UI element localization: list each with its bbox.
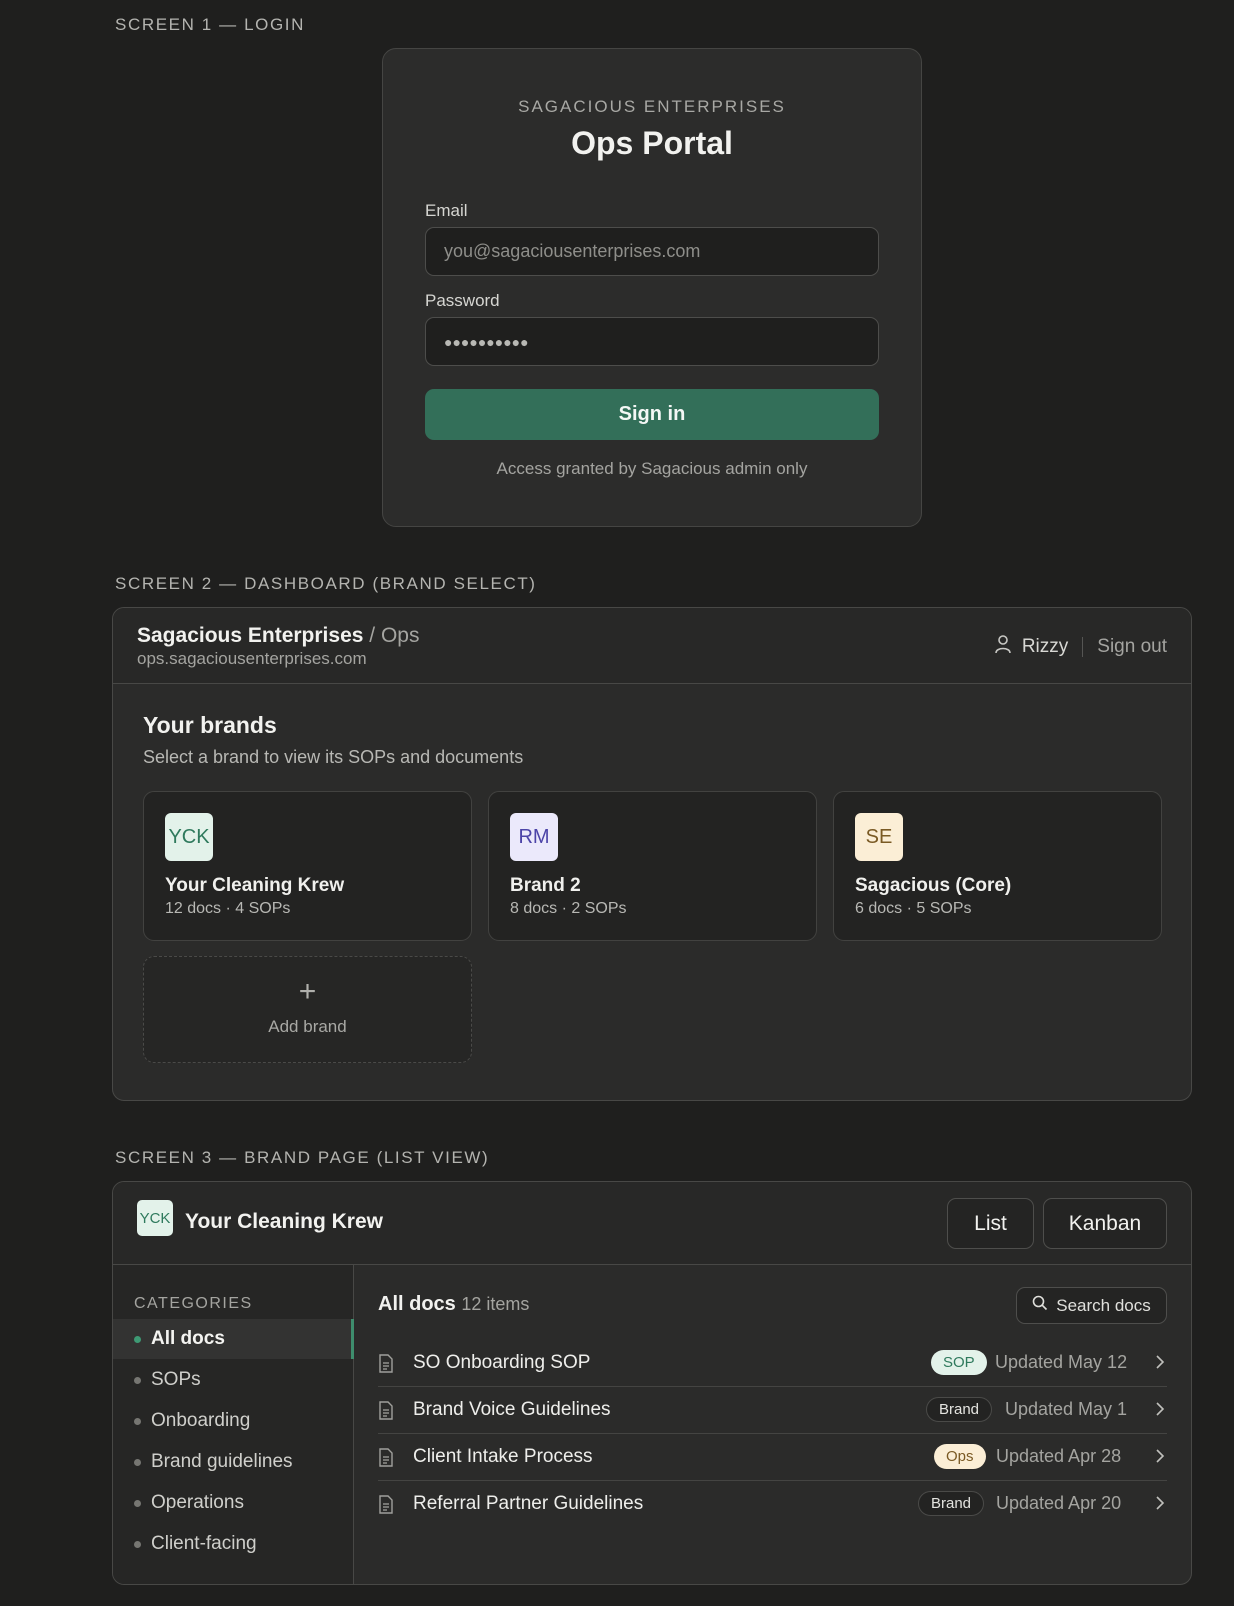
password-field[interactable]: ●●●●●●●●●●: [425, 317, 879, 366]
tag-badge: Brand: [926, 1397, 993, 1422]
brand-page-title: Your Cleaning Krew: [185, 1210, 383, 1233]
dot-icon: [134, 1417, 141, 1425]
access-note: Access granted by Sagacious admin only: [496, 459, 808, 478]
tag-badge: Brand: [918, 1491, 985, 1516]
email-placeholder: you@sagaciousenterprises.com: [444, 241, 701, 261]
brand-name: Brand 2: [510, 875, 581, 896]
screen-2-label: SCREEN 2 — DASHBOARD (BRAND SELECT): [115, 574, 537, 593]
section-name: / Ops: [369, 624, 420, 647]
dot-icon: [134, 1458, 141, 1466]
document-icon: [378, 1495, 394, 1519]
category-label: Client-facing: [151, 1533, 257, 1554]
brand-avatar: SE: [855, 813, 903, 861]
document-icon: [378, 1448, 394, 1472]
brand-name: Sagacious (Core): [855, 875, 1012, 896]
brand-card[interactable]: SE Sagacious (Core) 6 docs · 5 SOPs: [833, 791, 1162, 941]
screen-3-label: SCREEN 3 — BRAND PAGE (LIST VIEW): [115, 1148, 490, 1167]
plus-icon: +: [298, 975, 317, 1008]
org-name[interactable]: Sagacious Enterprises: [137, 624, 363, 647]
category-label: Brand guidelines: [151, 1451, 293, 1472]
category-label: Operations: [151, 1492, 244, 1513]
chevron-right-icon: [1155, 1448, 1165, 1469]
login-title: Ops Portal: [571, 125, 733, 161]
sign-out-link[interactable]: Sign out: [1097, 636, 1167, 658]
list-title: All docs: [378, 1293, 456, 1315]
category-client-facing[interactable]: Client-facing: [113, 1524, 354, 1564]
table-row[interactable]: SO Onboarding SOP SOP Updated May 12: [378, 1340, 1167, 1387]
dot-icon: [134, 1376, 141, 1384]
dot-icon: [134, 1335, 141, 1343]
categories-title: CATEGORIES: [134, 1295, 253, 1312]
category-onboarding[interactable]: Onboarding: [113, 1401, 354, 1441]
brand-card[interactable]: YCK Your Cleaning Krew 12 docs · 4 SOPs: [143, 791, 472, 941]
categories-sidebar: CATEGORIES All docs SOPs Onboarding Bran…: [113, 1265, 354, 1584]
search-docs-button[interactable]: Search docs: [1016, 1287, 1167, 1324]
chevron-right-icon: [1155, 1401, 1165, 1422]
user-name[interactable]: Rizzy: [1022, 636, 1068, 658]
brand-avatar: RM: [510, 813, 558, 861]
dot-icon: [134, 1540, 141, 1548]
tag-badge: Ops: [934, 1444, 986, 1469]
brands-title: Your brands: [143, 712, 277, 738]
brand-card[interactable]: RM Brand 2 8 docs · 2 SOPs: [488, 791, 817, 941]
category-operations[interactable]: Operations: [113, 1483, 354, 1523]
email-label: Email: [425, 201, 468, 220]
brand-meta: 6 docs · 5 SOPs: [855, 900, 972, 917]
add-brand-label: Add brand: [268, 1017, 347, 1036]
list-view-button[interactable]: List: [947, 1198, 1034, 1249]
doc-name: SO Onboarding SOP: [413, 1352, 591, 1373]
brand-page-panel: YCK Your Cleaning Krew List Kanban CATEG…: [112, 1181, 1192, 1585]
doc-name: Brand Voice Guidelines: [413, 1399, 611, 1420]
brand-avatar: YCK: [137, 1200, 173, 1236]
category-label: All docs: [151, 1328, 225, 1349]
doc-name: Referral Partner Guidelines: [413, 1493, 644, 1514]
password-label: Password: [425, 291, 500, 310]
login-brand: SAGACIOUS ENTERPRISES: [518, 97, 786, 116]
brands-subtitle: Select a brand to view its SOPs and docu…: [143, 747, 524, 767]
search-label: Search docs: [1056, 1295, 1151, 1315]
dashboard-panel: Sagacious Enterprises / Ops ops.sagaciou…: [112, 607, 1192, 1101]
category-brand-guidelines[interactable]: Brand guidelines: [113, 1442, 354, 1482]
updated-date: Updated Apr 20: [996, 1493, 1122, 1513]
category-label: Onboarding: [151, 1410, 251, 1431]
category-all-docs[interactable]: All docs: [113, 1319, 354, 1359]
tag-badge: SOP: [931, 1350, 987, 1375]
login-card: SAGACIOUS ENTERPRISES Ops Portal Email y…: [382, 48, 922, 527]
screen-1-label: SCREEN 1 — LOGIN: [115, 15, 305, 34]
brand-name: Your Cleaning Krew: [165, 875, 345, 896]
table-row[interactable]: Brand Voice Guidelines Brand Updated May…: [378, 1387, 1167, 1434]
category-sops[interactable]: SOPs: [113, 1360, 354, 1400]
kanban-view-button[interactable]: Kanban: [1043, 1198, 1167, 1249]
item-count: 12 items: [461, 1294, 530, 1314]
search-icon: [1032, 1295, 1048, 1316]
category-label: SOPs: [151, 1369, 201, 1390]
updated-date: Updated May 12: [995, 1352, 1128, 1372]
document-icon: [378, 1354, 394, 1378]
doc-name: Client Intake Process: [413, 1446, 593, 1467]
user-icon: [994, 634, 1012, 660]
password-value: ●●●●●●●●●●: [444, 333, 529, 350]
brand-meta: 8 docs · 2 SOPs: [510, 900, 627, 917]
divider: [1082, 637, 1084, 657]
add-brand-button[interactable]: + Add brand: [143, 956, 472, 1063]
sign-in-button[interactable]: Sign in: [425, 389, 879, 440]
brand-avatar: YCK: [165, 813, 213, 861]
updated-date: Updated May 1: [1005, 1399, 1128, 1419]
breadcrumb: Sagacious Enterprises / Ops: [137, 624, 419, 648]
document-icon: [378, 1401, 394, 1425]
chevron-right-icon: [1155, 1354, 1165, 1375]
table-row[interactable]: Referral Partner Guidelines Brand Update…: [378, 1481, 1167, 1528]
dashboard-header: Sagacious Enterprises / Ops ops.sagaciou…: [113, 608, 1191, 684]
chevron-right-icon: [1155, 1495, 1165, 1516]
dot-icon: [134, 1499, 141, 1507]
updated-date: Updated Apr 28: [996, 1446, 1122, 1466]
table-row[interactable]: Client Intake Process Ops Updated Apr 28: [378, 1434, 1167, 1481]
user-area: Rizzy Sign out: [994, 634, 1167, 660]
brand-meta: 12 docs · 4 SOPs: [165, 900, 291, 917]
list-heading: All docs 12 items: [378, 1293, 529, 1316]
brand-page-header: YCK Your Cleaning Krew List Kanban: [113, 1182, 1191, 1265]
docs-main: All docs 12 items Search docs SO Onboard…: [354, 1265, 1191, 1584]
email-field[interactable]: you@sagaciousenterprises.com: [425, 227, 879, 276]
domain-text: ops.sagaciousenterprises.com: [137, 649, 367, 668]
